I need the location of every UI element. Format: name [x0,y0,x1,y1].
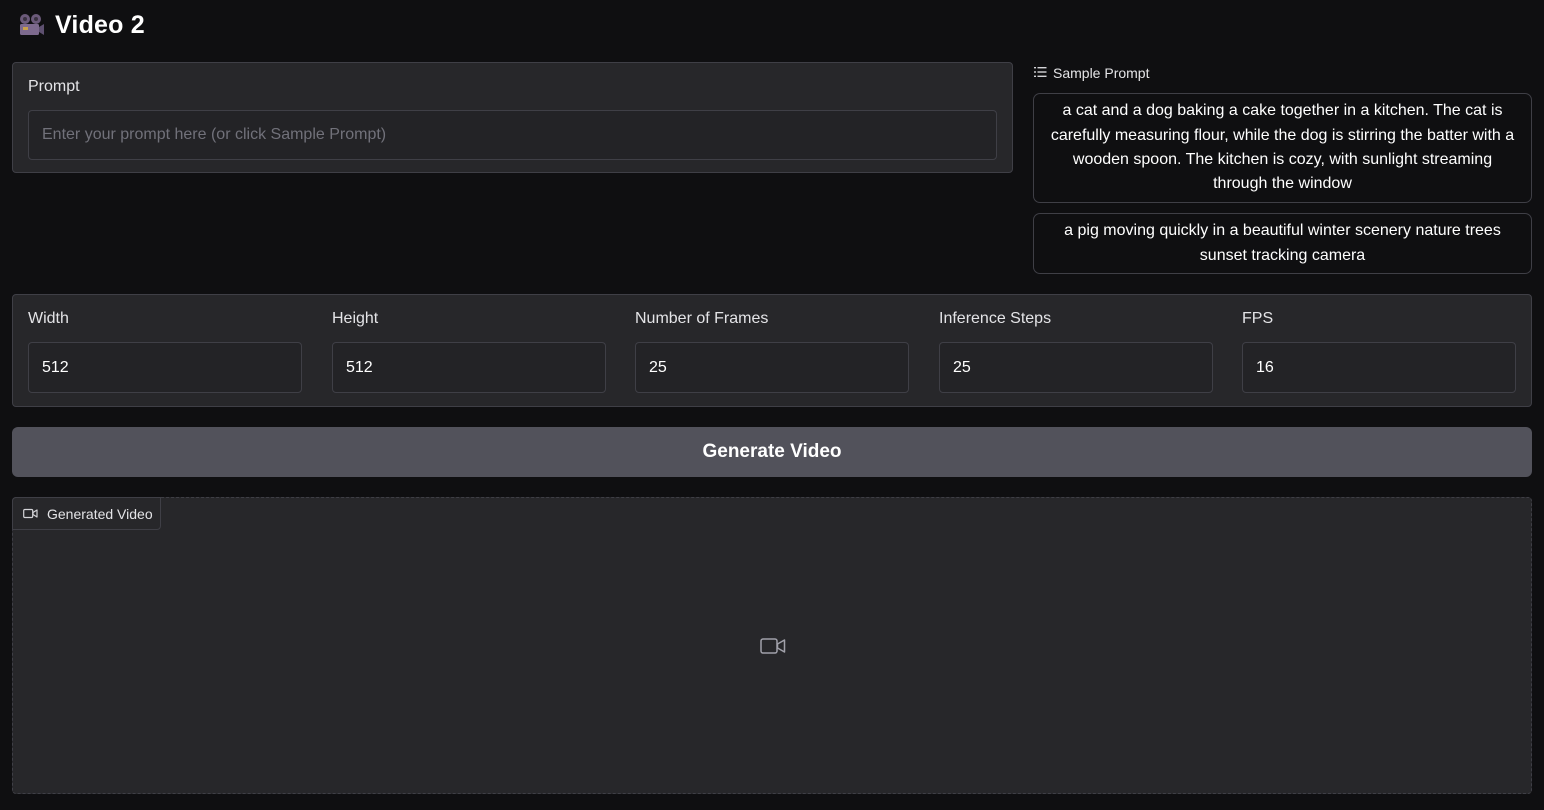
sample-prompt-item[interactable]: a pig moving quickly in a beautiful wint… [1033,213,1532,274]
prompt-input[interactable] [28,110,997,160]
sample-prompt-header: Sample Prompt [1034,64,1149,82]
generated-video-panel: Generated Video [12,497,1532,794]
app-header: Video 2 [17,8,145,42]
fps-input[interactable] [1242,342,1516,393]
generate-video-button[interactable]: Generate Video [12,427,1532,477]
movie-camera-icon [17,12,45,38]
sample-prompt-item[interactable]: a cat and a dog baking a cake together i… [1033,93,1532,203]
height-label: Height [332,310,379,327]
video-placeholder-icon [760,636,786,656]
steps-field: Inference Steps [939,295,1213,408]
frames-input[interactable] [635,342,909,393]
height-input[interactable] [332,342,606,393]
list-icon [1034,65,1047,81]
generated-video-label: Generated Video [47,505,153,522]
video-camera-icon [23,506,38,522]
width-label: Width [28,310,69,327]
steps-label: Inference Steps [939,310,1052,327]
width-input[interactable] [28,342,302,393]
height-field: Height [332,295,606,408]
fps-label: FPS [1242,310,1274,327]
width-field: Width [28,295,302,408]
prompt-panel: Prompt [12,62,1013,173]
steps-input[interactable] [939,342,1213,393]
sample-prompt-label: Sample Prompt [1053,65,1150,81]
app-page: Video 2 Prompt Sample Prompt a cat and a… [0,0,1544,810]
prompt-label: Prompt [28,78,80,95]
fps-field: FPS [1242,295,1516,408]
parameters-panel: Width Height Number of Frames Inference … [12,294,1532,407]
frames-label: Number of Frames [635,310,769,327]
frames-field: Number of Frames [635,295,909,408]
page-title: Video 2 [55,10,145,39]
generated-video-tag: Generated Video [12,497,161,530]
